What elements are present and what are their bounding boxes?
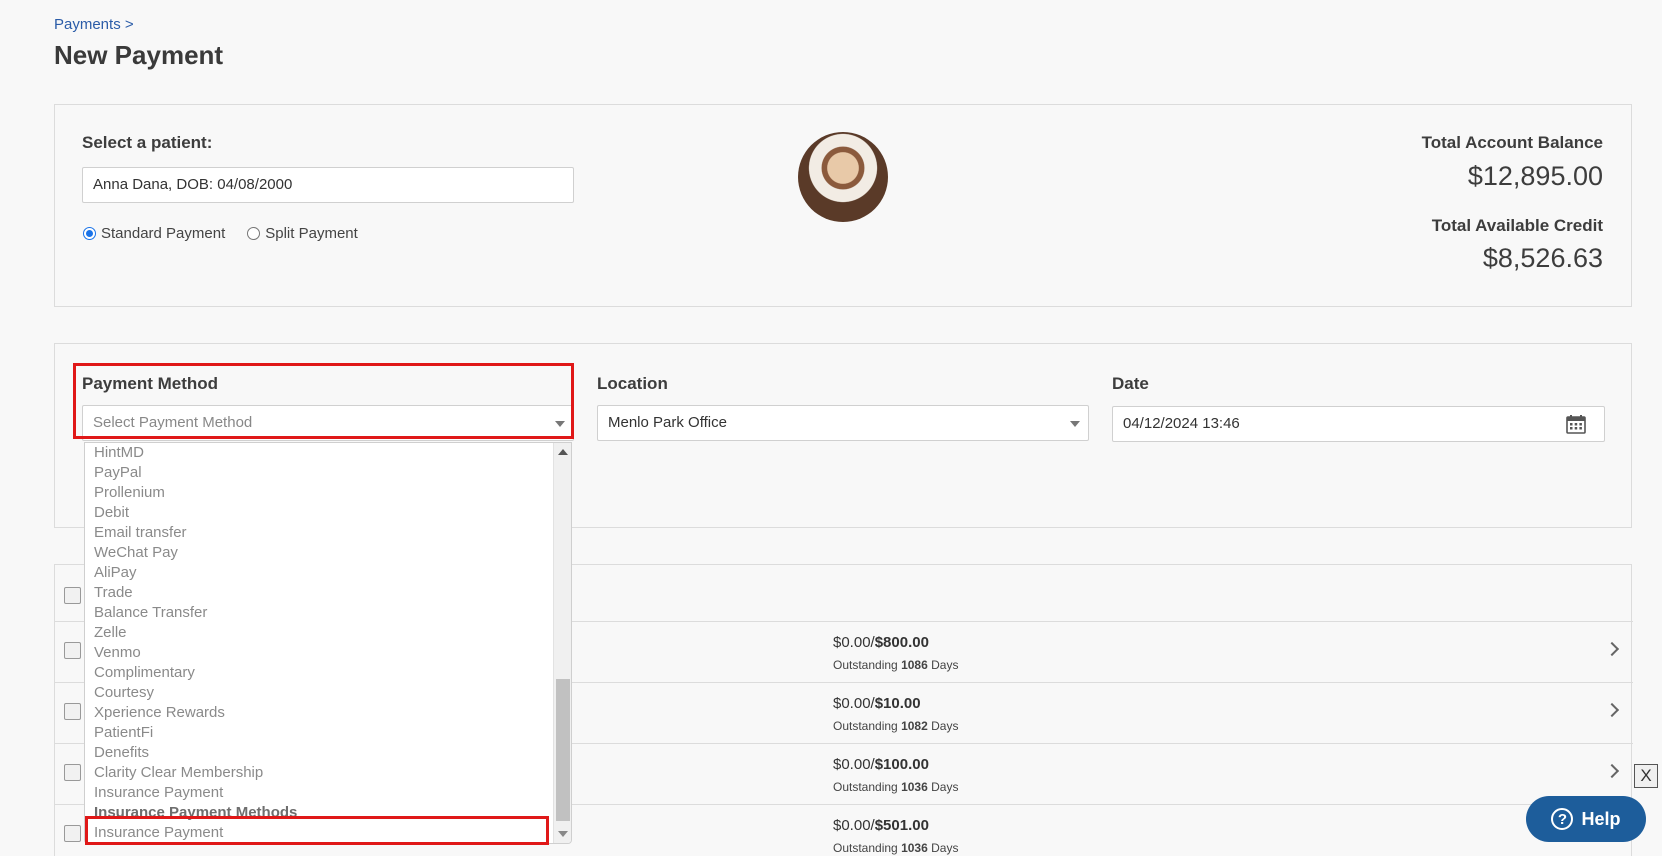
dropdown-option[interactable]: WeChat Pay xyxy=(94,543,178,563)
payment-method-select[interactable]: Select Payment Method xyxy=(82,405,574,441)
invoice-outstanding: Outstanding 1036 Days xyxy=(833,780,959,794)
select-all-checkbox[interactable] xyxy=(64,587,81,604)
scroll-thumb[interactable] xyxy=(556,679,570,821)
dropdown-scrollbar[interactable] xyxy=(553,443,571,843)
close-button[interactable]: X xyxy=(1634,764,1658,788)
patient-select-input[interactable]: Anna Dana, DOB: 04/08/2000 xyxy=(82,167,574,203)
dropdown-option[interactable]: PatientFi xyxy=(94,723,153,743)
invoice-outstanding: Outstanding 1036 Days xyxy=(833,841,959,855)
invoice-amount: $0.00/$10.00 xyxy=(833,695,921,712)
split-payment-radio[interactable] xyxy=(247,227,261,240)
dropdown-option[interactable]: Zelle xyxy=(94,623,127,643)
date-label: Date xyxy=(1112,374,1149,393)
dropdown-option[interactable]: Debit xyxy=(94,503,129,523)
date-input[interactable]: 04/12/2024 13:46 xyxy=(1112,406,1605,442)
row-checkbox[interactable] xyxy=(64,764,81,781)
patient-label: Select a patient: xyxy=(82,133,213,152)
payment-method-dropdown[interactable]: HintMD PayPal Prollenium Debit Email tra… xyxy=(84,442,572,844)
row-checkbox[interactable] xyxy=(64,642,81,659)
patient-avatar xyxy=(798,132,888,222)
dropdown-option[interactable]: Courtesy xyxy=(94,683,154,703)
location-value: Menlo Park Office xyxy=(608,414,727,431)
chevron-down-icon xyxy=(555,421,565,427)
help-button[interactable]: ? Help xyxy=(1526,796,1646,842)
scroll-up-icon[interactable] xyxy=(558,449,568,455)
dropdown-option[interactable]: PayPal xyxy=(94,463,142,483)
patient-card: Select a patient: Anna Dana, DOB: 04/08/… xyxy=(54,104,1632,307)
dropdown-option[interactable]: Insurance Payment xyxy=(94,823,223,843)
dropdown-option[interactable]: Trade xyxy=(94,583,133,603)
total-account-balance-value: $12,895.00 xyxy=(1467,161,1603,191)
chevron-right-icon[interactable] xyxy=(1604,702,1620,718)
dropdown-option[interactable]: HintMD xyxy=(94,443,144,463)
dropdown-group-label: Insurance Payment Methods xyxy=(94,804,298,821)
chevron-right-icon[interactable] xyxy=(1604,763,1620,779)
help-label: Help xyxy=(1581,808,1621,829)
row-checkbox[interactable] xyxy=(64,825,81,842)
dropdown-option[interactable]: Balance Transfer xyxy=(94,603,207,623)
invoice-amount: $0.00/$100.00 xyxy=(833,756,929,773)
dropdown-option[interactable]: Denefits xyxy=(94,743,149,763)
total-account-balance-label: Total Account Balance xyxy=(1421,133,1603,152)
date-value: 04/12/2024 13:46 xyxy=(1123,415,1240,432)
total-available-credit-label: Total Available Credit xyxy=(1431,216,1603,235)
dropdown-option[interactable]: Prollenium xyxy=(94,483,165,503)
dropdown-option[interactable]: Venmo xyxy=(94,643,141,663)
invoice-outstanding: Outstanding 1086 Days xyxy=(833,658,959,672)
total-available-credit-value: $8,526.63 xyxy=(1482,243,1603,273)
question-icon: ? xyxy=(1551,808,1574,830)
dropdown-option[interactable]: Email transfer xyxy=(94,523,187,543)
chevron-right-icon[interactable] xyxy=(1604,641,1620,657)
dropdown-option[interactable]: Clarity Clear Membership xyxy=(94,763,263,783)
payment-method-label: Payment Method xyxy=(82,374,219,393)
standard-payment-label[interactable]: Standard Payment xyxy=(101,225,225,242)
calendar-icon[interactable] xyxy=(1566,414,1586,434)
invoice-outstanding: Outstanding 1082 Days xyxy=(833,719,959,733)
invoice-amount: $0.00/$501.00 xyxy=(833,817,929,834)
split-payment-label[interactable]: Split Payment xyxy=(265,225,358,242)
dropdown-option[interactable]: Complimentary xyxy=(94,663,195,683)
location-select[interactable]: Menlo Park Office xyxy=(597,405,1089,441)
invoice-amount: $0.00/$800.00 xyxy=(833,634,929,651)
dropdown-option[interactable]: Insurance Payment xyxy=(94,783,223,803)
location-label: Location xyxy=(597,374,668,393)
payment-type-radio-group: Standard Payment Split Payment xyxy=(83,225,380,242)
scroll-down-icon[interactable] xyxy=(558,831,568,837)
page-title: New Payment xyxy=(54,40,224,70)
payment-method-placeholder: Select Payment Method xyxy=(93,414,253,431)
breadcrumb[interactable]: Payments > xyxy=(54,16,134,33)
chevron-down-icon xyxy=(1070,421,1080,427)
row-checkbox[interactable] xyxy=(64,703,81,720)
standard-payment-radio[interactable] xyxy=(83,227,96,240)
dropdown-option[interactable]: AliPay xyxy=(94,563,137,583)
dropdown-option[interactable]: Xperience Rewards xyxy=(94,703,225,723)
